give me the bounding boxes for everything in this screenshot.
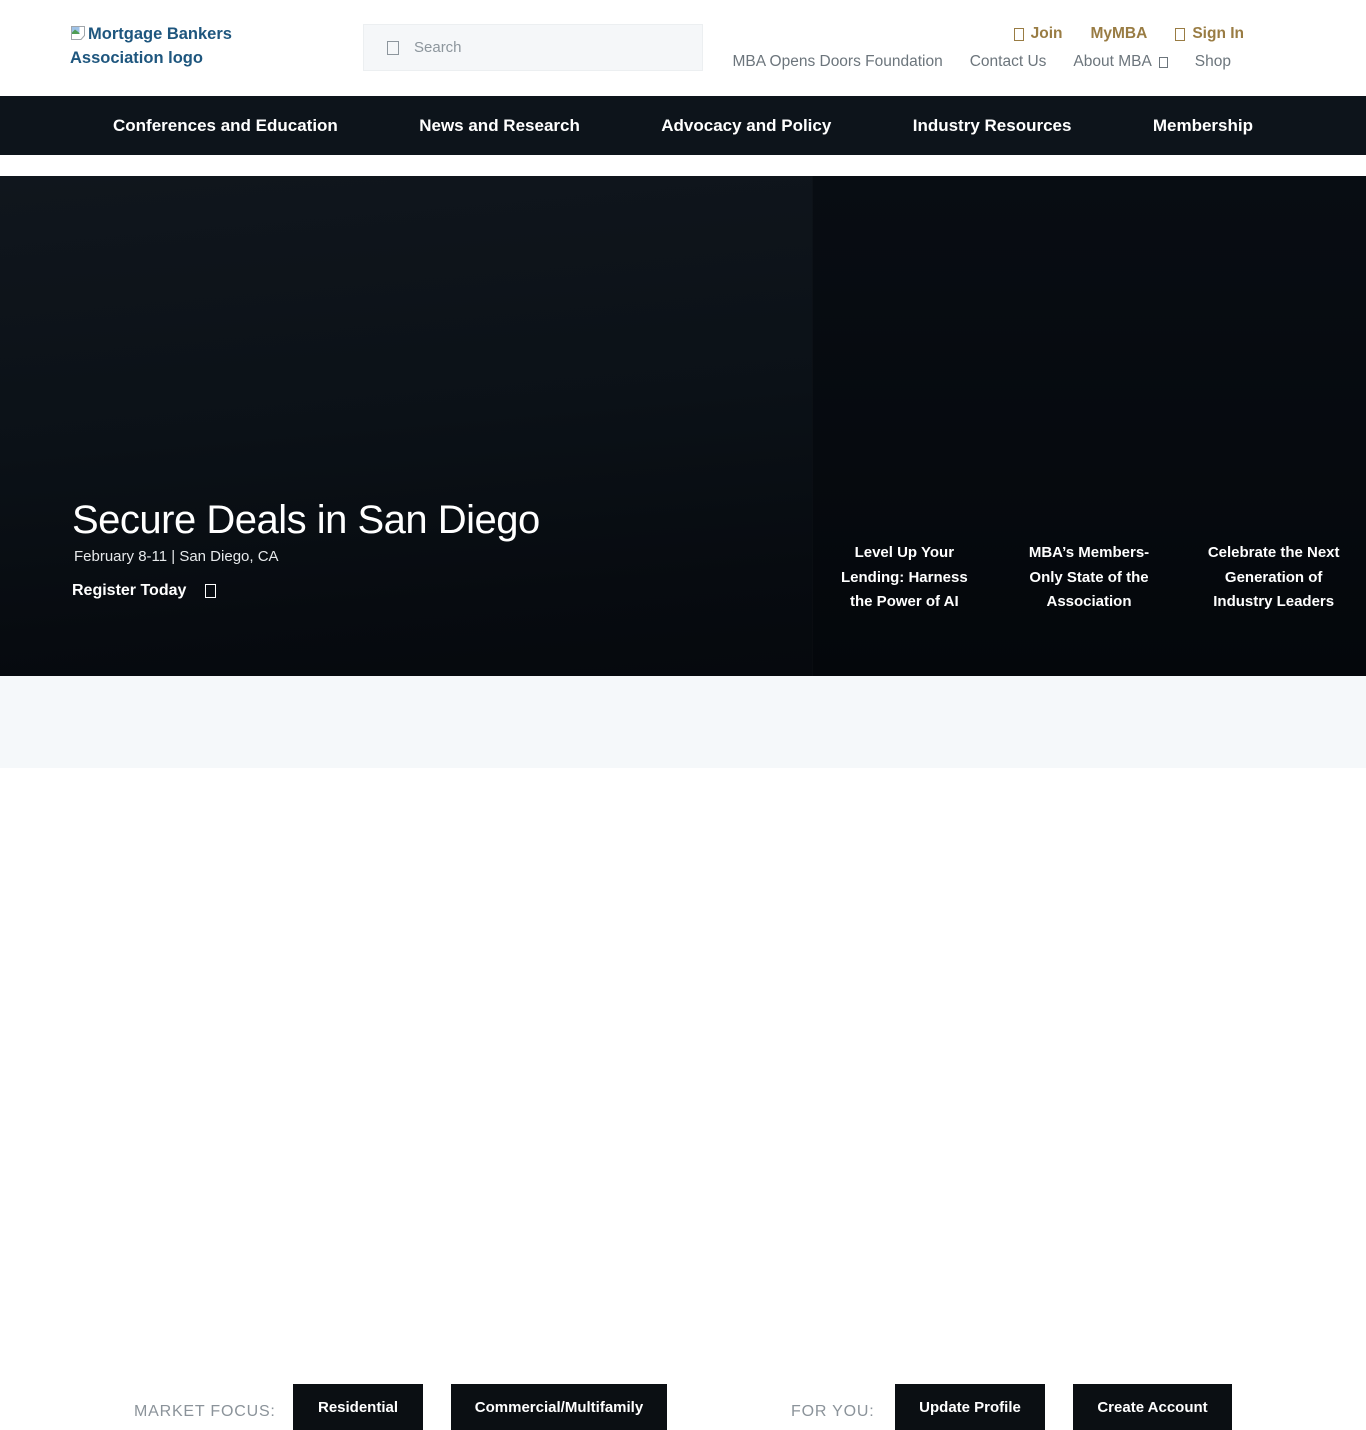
utility-nav-primary: Join MyMBA Sign In — [1014, 25, 1244, 43]
market-focus-label: MARKET FOCUS: — [134, 1403, 276, 1421]
quick-links-bar: MARKET FOCUS: Residential Commercial/Mul… — [0, 676, 1366, 768]
hero-card-ai-lending[interactable]: Level Up Your Lending: Harness the Power… — [812, 536, 997, 620]
register-today-link[interactable]: Register Today — [72, 582, 216, 600]
chevron-down-icon — [1159, 57, 1168, 68]
contact-us-link[interactable]: Contact Us — [970, 53, 1047, 71]
sign-in-icon — [1175, 28, 1185, 41]
join-link[interactable]: Join — [1014, 25, 1063, 43]
opens-doors-link[interactable]: MBA Opens Doors Foundation — [732, 53, 942, 71]
hero-card-title: MBA’s Members-Only State of the Associat… — [1019, 541, 1159, 615]
logo-link[interactable]: Mortgage Bankers Association logo — [70, 22, 250, 70]
search-input[interactable] — [414, 39, 664, 56]
nav-item-membership[interactable]: Membership — [1153, 116, 1253, 136]
commercial-multifamily-button[interactable]: Commercial/Multifamily — [451, 1384, 667, 1430]
hero-card-title: Level Up Your Lending: Harness the Power… — [834, 541, 974, 615]
broken-image-icon — [70, 25, 86, 41]
search-box[interactable] — [363, 24, 703, 71]
update-profile-button[interactable]: Update Profile — [895, 1384, 1045, 1430]
sign-in-link[interactable]: Sign In — [1175, 25, 1244, 43]
shop-link[interactable]: Shop — [1195, 53, 1231, 71]
create-account-button[interactable]: Create Account — [1073, 1384, 1232, 1430]
utility-nav-secondary: MBA Opens Doors Foundation Contact Us Ab… — [732, 53, 1231, 71]
nav-item-conferences-and-education[interactable]: Conferences and Education — [113, 116, 338, 136]
opens-doors-label: MBA Opens Doors Foundation — [732, 53, 942, 71]
nav-item-news-and-research[interactable]: News and Research — [419, 116, 580, 136]
for-you-label: FOR YOU: — [791, 1403, 874, 1421]
shop-label: Shop — [1195, 53, 1231, 71]
arrow-right-icon — [205, 584, 216, 598]
hero-card-industry-leaders[interactable]: Celebrate the Next Generation of Industr… — [1181, 536, 1366, 620]
mymba-label: MyMBA — [1090, 25, 1147, 43]
about-mba-label: About MBA — [1073, 53, 1151, 71]
nav-item-industry-resources[interactable]: Industry Resources — [913, 116, 1072, 136]
hero-card-title: Celebrate the Next Generation of Industr… — [1195, 541, 1353, 615]
page: Mortgage Bankers Association logo Join M… — [0, 0, 1366, 768]
hero-card-state-of-association[interactable]: MBA’s Members-Only State of the Associat… — [997, 536, 1182, 620]
join-label: Join — [1031, 25, 1063, 43]
logo-alt-text: Mortgage Bankers Association logo — [70, 25, 232, 67]
main-nav: Conferences and Education News and Resea… — [0, 96, 1366, 155]
site-header: Mortgage Bankers Association logo Join M… — [0, 0, 1366, 96]
mymba-link[interactable]: MyMBA — [1090, 25, 1147, 43]
register-today-label: Register Today — [72, 582, 186, 600]
nav-item-advocacy-and-policy[interactable]: Advocacy and Policy — [661, 116, 831, 136]
join-icon — [1014, 28, 1024, 41]
hero-banner: Secure Deals in San Diego February 8-11 … — [0, 176, 1366, 676]
about-mba-link[interactable]: About MBA — [1073, 53, 1167, 71]
sign-in-label: Sign In — [1192, 25, 1244, 43]
hero-title: Secure Deals in San Diego — [72, 498, 540, 543]
search-icon — [387, 41, 399, 55]
hero-card-list: Level Up Your Lending: Harness the Power… — [812, 536, 1366, 620]
residential-button[interactable]: Residential — [293, 1384, 423, 1430]
contact-us-label: Contact Us — [970, 53, 1047, 71]
hero-subtitle: February 8-11 | San Diego, CA — [74, 548, 279, 565]
